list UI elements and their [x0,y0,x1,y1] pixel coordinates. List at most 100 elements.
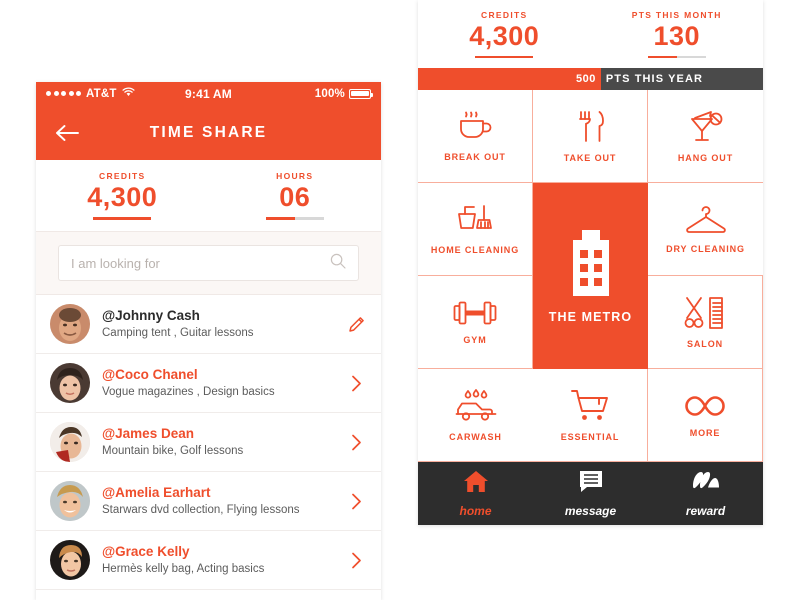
status-bar-left: AT&T [46,87,154,100]
stat-value: 4,300 [469,20,540,51]
tile-essential[interactable]: ESSENTIAL [533,369,648,462]
infinity-icon [682,393,728,419]
carrier-label: AT&T [86,87,117,100]
tile-label: DRY CLEANING [666,243,745,254]
avatar [50,481,90,521]
stat-value: 06 [279,182,311,213]
chevron-right-icon[interactable] [345,434,367,451]
chevron-right-icon[interactable] [345,552,367,569]
status-bar-right: 100% [263,88,374,100]
list-item-text: @James Dean Mountain bike, Golf lessons [102,425,345,460]
stat-label: HOURS [276,171,314,182]
tile-label: HOME CLEANING [430,244,520,255]
list-item-detail: Camping tent , Guitar lessons [102,326,254,339]
pencil-icon[interactable] [345,316,367,333]
list-item[interactable]: @Amelia Earhart Starwars dvd collection,… [36,472,381,531]
status-bar: AT&T 9:41 AM 100% [36,82,381,105]
stats-row: CREDITS 4,300 HOURS 06 [36,160,381,232]
stat-label: PTS THIS MONTH [631,9,722,20]
list-item-name: @Coco Chanel [102,366,198,382]
stat-pts-this-month: PTS THIS MONTH 130 [591,0,764,68]
signal-strength-icon [46,91,81,96]
list-item-name: @Johnny Cash [102,307,200,323]
hanger-icon [685,205,727,235]
stat-hours: HOURS 06 [209,160,382,231]
tile-home-cleaning[interactable]: HOME CLEANING [418,183,533,276]
stats-row: CREDITS 4,300 PTS THIS MONTH 130 [418,0,763,68]
app-screenshot: AT&T 9:41 AM 100% TIME SHARE CREDITS 4,3… [0,0,800,600]
chevron-right-icon[interactable] [345,493,367,510]
dumbbell-icon [453,300,497,326]
stat-label: CREDITS [99,171,146,182]
list-item[interactable]: @Grace Kelly Hermès kelly bag, Acting ba… [36,531,381,590]
tile-label: TAKE OUT [563,152,617,163]
tile-salon[interactable]: SALON [648,276,763,369]
avatar [50,540,90,580]
clock-label: 9:41 AM [185,86,232,101]
list-item-text: @Grace Kelly Hermès kelly bag, Acting ba… [102,543,345,578]
list-item[interactable]: @Coco Chanel Vogue magazines , Design ba… [36,354,381,413]
search-box[interactable] [58,245,359,281]
search-input[interactable] [71,255,330,271]
tile-break-out[interactable]: BREAK OUT [418,90,533,183]
battery-icon [348,88,374,99]
wifi-icon [122,87,135,100]
chevron-right-icon[interactable] [345,375,367,392]
list-item-detail: Mountain bike, Golf lessons [102,444,244,457]
points-progress-label: PTS THIS YEAR [605,73,704,85]
home-icon [463,470,489,498]
tile-label: MORE [689,427,721,438]
tile-take-out[interactable]: TAKE OUT [533,90,648,183]
tab-reward[interactable]: reward [648,462,763,525]
stat-value: 130 [653,20,701,51]
shopping-cart-icon [569,389,611,423]
tab-label: reward [685,503,726,518]
stat-credits: CREDITS 4,300 [36,160,209,231]
avatar [50,304,90,344]
list-item-text: @Amelia Earhart Starwars dvd collection,… [102,484,345,519]
tile-gym[interactable]: GYM [418,276,533,369]
tab-home[interactable]: home [418,462,533,525]
car-wash-icon [454,388,498,423]
tile-label: ESSENTIAL [560,431,620,442]
tile-label: GYM [463,334,487,345]
tile-carwash[interactable]: CARWASH [418,369,533,462]
tile-hang-out[interactable]: HANG OUT [648,90,763,183]
navigation-bar: TIME SHARE [36,105,381,160]
points-progress-value: 500 [418,68,601,90]
right-phone-screen: CREDITS 4,300 PTS THIS MONTH 130 500 PTS… [418,0,763,525]
contact-list: @Johnny Cash Camping tent , Guitar lesso… [36,295,381,590]
scissors-comb-icon [684,296,726,330]
message-icon [578,470,604,498]
stat-progress-rule [93,217,152,220]
list-item-text: @Coco Chanel Vogue magazines , Design ba… [102,366,345,401]
reward-icon [691,470,721,498]
tab-bar: home message reward [418,462,763,525]
list-item[interactable]: @Johnny Cash Camping tent , Guitar lesso… [36,295,381,354]
fork-knife-icon [573,110,607,144]
stat-progress-rule [475,55,534,59]
service-grid: BREAK OUT TAKE OUT HANG OUT HOME CLEANIN… [418,90,763,462]
list-item-text: @Johnny Cash Camping tent , Guitar lesso… [102,307,345,342]
tile-more[interactable]: MORE [648,369,763,462]
avatar [50,422,90,462]
tile-label: SALON [687,338,723,349]
points-progress-bar: 500 PTS THIS YEAR [418,68,763,90]
bucket-broom-icon [455,204,495,236]
tile-label: BREAK OUT [444,151,506,162]
list-item-name: @James Dean [102,425,194,441]
tile-the-metro[interactable]: THE METRO [533,183,648,369]
search-icon[interactable] [330,253,346,274]
tab-label: message [564,503,617,518]
search-section [36,232,381,295]
arrow-left-icon[interactable] [54,119,82,147]
list-item[interactable]: @James Dean Mountain bike, Golf lessons [36,413,381,472]
tile-label: HANG OUT [677,152,734,163]
list-item-detail: Starwars dvd collection, Flying lessons [102,503,300,516]
tile-label: THE METRO [548,310,633,324]
tab-message[interactable]: message [533,462,648,525]
page-title: TIME SHARE [149,123,268,141]
tile-label: CARWASH [449,431,502,442]
stat-progress-rule [647,55,706,59]
tile-dry-cleaning[interactable]: DRY CLEANING [648,183,763,276]
